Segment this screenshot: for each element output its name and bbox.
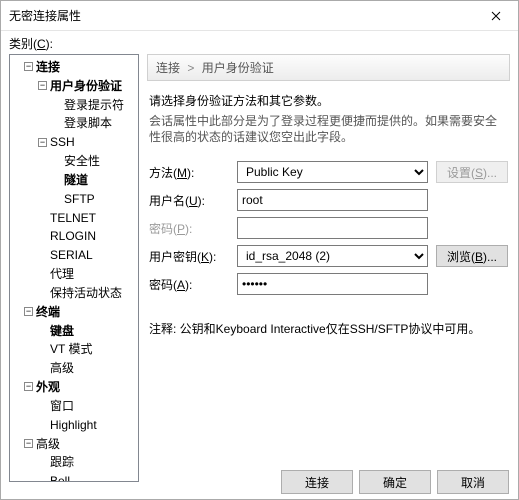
setup-button: 设置(S)... — [436, 161, 508, 183]
minus-icon[interactable]: − — [24, 439, 33, 448]
tree-node[interactable]: VT 模式 — [38, 339, 138, 358]
tree-node[interactable]: −外观窗口 Highlight — [24, 377, 138, 433]
tree-node-label[interactable]: 登录提示符 — [64, 97, 124, 111]
tree-node-label[interactable]: Highlight — [50, 418, 97, 432]
tree-node[interactable]: −用户身份验证登录提示符登录脚本 — [38, 76, 138, 132]
tree-node-label[interactable]: 跟踪 — [50, 455, 74, 469]
tree-node[interactable]: Bell — [38, 471, 138, 482]
tree-node[interactable]: SFTP — [52, 189, 138, 208]
minus-icon[interactable]: − — [38, 138, 47, 147]
description-text: 会话属性中此部分是为了登录过程更便捷而提供的。如果需要安全性很高的状态的话建议您… — [149, 113, 508, 145]
tree-node-label[interactable]: 键盘 — [50, 323, 74, 337]
category-label: 类别(C): — [1, 31, 518, 54]
titlebar: 无密连接属性 — [1, 1, 518, 31]
tree-node[interactable]: 安全性 — [52, 151, 138, 170]
tree-node-label[interactable]: RLOGIN — [50, 229, 96, 243]
tree-node[interactable]: Highlight — [38, 415, 138, 434]
tree-node[interactable]: 保持活动状态 — [38, 283, 138, 302]
passphrase-label: 密码(A): — [149, 276, 229, 293]
tree-node[interactable]: 隧道 — [52, 170, 138, 189]
tree-node-label[interactable]: TELNET — [50, 210, 96, 224]
tree-node[interactable]: −终端键盘 VT 模式高级 — [24, 302, 138, 377]
close-icon — [491, 11, 501, 21]
tree-node[interactable]: 代理 — [38, 264, 138, 283]
username-input[interactable] — [237, 189, 428, 211]
method-label: 方法(M): — [149, 164, 229, 181]
tree-node-label[interactable]: Bell — [50, 474, 70, 482]
tree-node-label[interactable]: 高级 — [36, 436, 60, 450]
tree-node-label[interactable]: 高级 — [50, 361, 74, 375]
tree-node[interactable]: 键盘 — [38, 321, 138, 340]
close-button[interactable] — [474, 1, 518, 31]
minus-icon[interactable]: − — [24, 382, 33, 391]
tree-node-label[interactable]: 连接 — [36, 60, 60, 74]
chevron-right-icon: > — [187, 61, 194, 75]
method-select[interactable]: PasswordPublic KeyKeyboard InteractiveGS… — [237, 161, 428, 183]
tree-node-label[interactable]: 外观 — [36, 380, 60, 394]
tree-node-label[interactable]: VT 模式 — [50, 342, 92, 356]
note-text: 注释: 公钥和Keyboard Interactive仅在SSH/SFTP协议中… — [149, 321, 508, 337]
username-label: 用户名(U): — [149, 192, 229, 209]
tree-node[interactable]: −高级跟踪Bell日志记录 — [24, 434, 138, 482]
minus-icon[interactable]: − — [38, 81, 47, 90]
tree-node-label[interactable]: SERIAL — [50, 248, 93, 262]
browse-button[interactable]: 浏览(B)... — [436, 245, 508, 267]
tree-node[interactable]: −连接−用户身份验证登录提示符登录脚本−SSH安全性隧道SFTPTELNETRL… — [24, 57, 138, 302]
breadcrumb-current: 用户身份验证 — [202, 61, 274, 75]
content-pane: 连接 > 用户身份验证 请选择身份验证方法和其它参数。 会话属性中此部分是为了登… — [147, 54, 510, 482]
password-label: 密码(P): — [149, 220, 229, 237]
minus-icon[interactable]: − — [24, 62, 33, 71]
tree-node-label[interactable]: SFTP — [64, 192, 95, 206]
breadcrumb: 连接 > 用户身份验证 — [147, 54, 510, 81]
tree-node[interactable]: 登录脚本 — [52, 113, 138, 132]
tree-node-label[interactable]: 隧道 — [64, 173, 88, 187]
password-input — [237, 217, 428, 239]
tree-node-label[interactable]: 终端 — [36, 305, 60, 319]
tree-node-label[interactable]: 代理 — [50, 267, 74, 281]
userkey-label: 用户密钥(K): — [149, 248, 229, 265]
tree-node[interactable]: TELNET — [38, 208, 138, 227]
tree-node-label[interactable]: 登录脚本 — [64, 116, 112, 130]
tree-node-label[interactable]: 用户身份验证 — [50, 79, 122, 93]
connect-button[interactable]: 连接 — [281, 470, 353, 494]
tree-node[interactable]: RLOGIN — [38, 226, 138, 245]
tree-node[interactable]: 窗口 — [38, 396, 138, 415]
tree-node-label[interactable]: 安全性 — [64, 154, 100, 168]
cancel-button[interactable]: 取消 — [437, 470, 509, 494]
category-tree[interactable]: −连接−用户身份验证登录提示符登录脚本−SSH安全性隧道SFTPTELNETRL… — [9, 54, 139, 482]
tree-node-label[interactable]: 保持活动状态 — [50, 286, 122, 300]
breadcrumb-root: 连接 — [156, 61, 180, 75]
window-title: 无密连接属性 — [9, 7, 474, 24]
tree-node[interactable]: SERIAL — [38, 245, 138, 264]
tree-node[interactable]: 登录提示符 — [52, 95, 138, 114]
ok-button[interactable]: 确定 — [359, 470, 431, 494]
userkey-select[interactable]: id_rsa_2048 (2) — [237, 245, 428, 267]
intro-text: 请选择身份验证方法和其它参数。 — [149, 93, 508, 109]
passphrase-input[interactable] — [237, 273, 428, 295]
tree-node[interactable]: −SSH 安全性隧道 SFTP — [38, 132, 138, 207]
tree-node-label[interactable]: 窗口 — [50, 399, 74, 413]
tree-node-label[interactable]: SSH — [50, 135, 75, 149]
tree-node[interactable]: 跟踪 — [38, 452, 138, 471]
dialog-footer: 连接 确定 取消 — [281, 470, 509, 494]
tree-node[interactable]: 高级 — [38, 358, 138, 377]
minus-icon[interactable]: − — [24, 307, 33, 316]
